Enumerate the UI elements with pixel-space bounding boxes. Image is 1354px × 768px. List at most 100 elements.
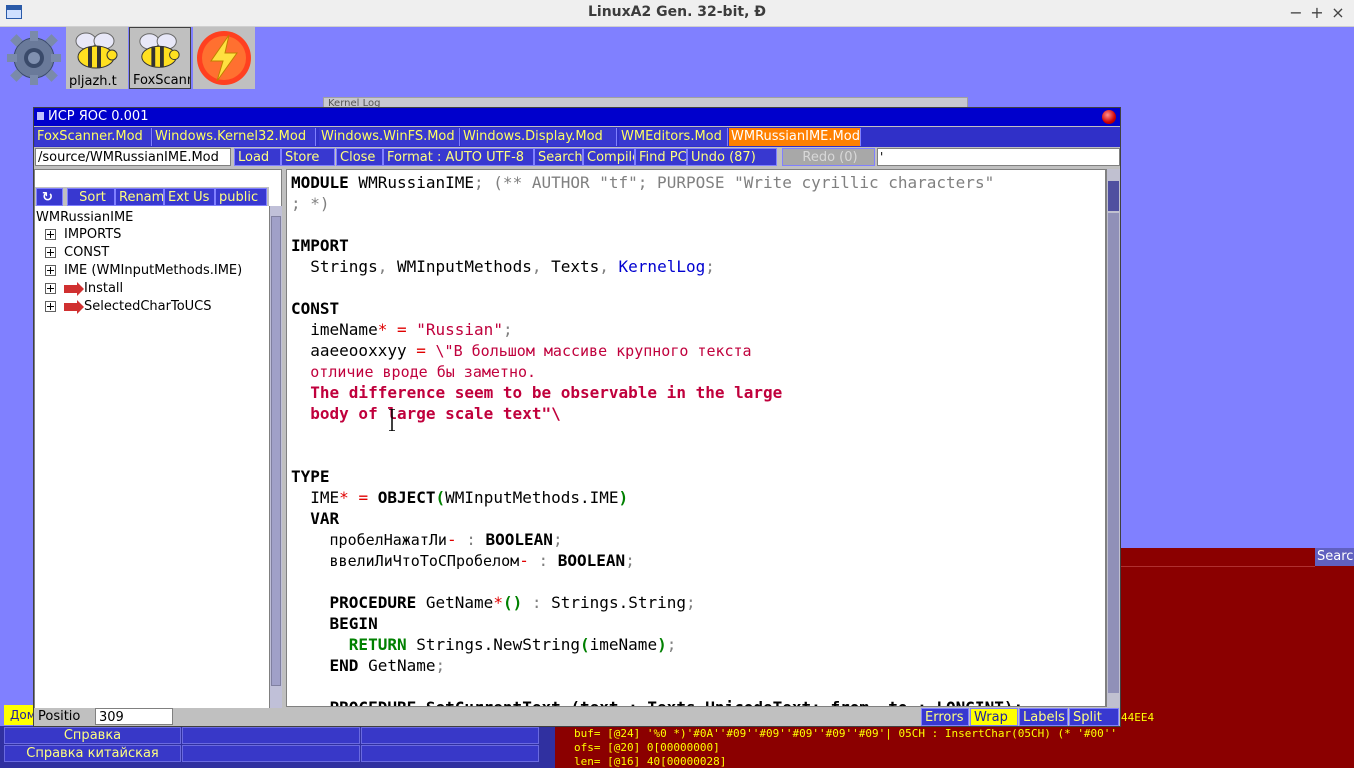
code-line: IME* = OBJECT(WMInputMethods.IME) [310,488,629,507]
code-line: TYPE [291,467,330,486]
menu-item-help-chinese[interactable]: Справка китайская [4,745,181,762]
log-window-top [1120,528,1354,548]
redo-button[interactable]: Redo (0) [782,148,875,166]
sort-button[interactable]: Sort [67,188,115,206]
minimize-button[interactable]: − [1286,3,1306,23]
tab-windows-kernel32[interactable]: Windows.Kernel32.Mod [153,128,316,146]
labels-button[interactable]: Labels [1019,708,1068,726]
expand-icon[interactable] [45,247,56,258]
ext-us-button[interactable]: Ext Us [164,188,215,206]
log-line: buf= [@24] '%0 *)'#0A''#09''#09''#09''#0… [574,727,1118,740]
outline-root[interactable]: WMRussianIME [36,210,133,225]
public-button[interactable]: public [215,188,267,206]
compile-button[interactable]: Compile [583,148,635,166]
comment: ; (** AUTHOR "tf"; PURPOSE "Write cyrill… [474,173,995,192]
ide-title: ИСР ЯОС 0.001 [48,109,149,124]
close-icon[interactable] [1102,110,1116,124]
keyword: PROCEDURE [329,593,417,612]
outline-node-install[interactable]: Install [45,280,123,298]
tab-windows-display[interactable]: Windows.Display.Mod [461,128,617,146]
outline-node-label: CONST [64,245,110,260]
identifier: Strings.String [551,593,686,612]
expand-icon[interactable] [45,301,56,312]
rename-button[interactable]: Rename [115,188,164,206]
search-button[interactable]: Search [534,148,583,166]
code-line: IMPORT [291,236,349,255]
find-pc-button[interactable]: Find PC [635,148,687,166]
close-file-button[interactable]: Close [336,148,383,166]
host-window-title: LinuxA2 Gen. 32-bit, Đ [587,4,766,20]
desktop-icon-foxscanner[interactable]: FoxScann [129,27,191,89]
code-line: MODULE WMRussianIME; (** AUTHOR "tf"; PU… [291,173,994,192]
import-name: Texts [551,257,600,276]
code-line: отличие вроде бы заметно. [291,362,536,381]
maximize-button[interactable]: + [1307,3,1327,23]
log-search-button[interactable]: Searc [1315,548,1354,566]
wrap-toggle[interactable]: Wrap [970,708,1018,726]
position-input[interactable]: 309 [95,708,173,725]
menu-cell[interactable] [182,727,360,744]
code-line: The difference seem to be observable in … [291,383,782,402]
desktop-icon-pljazh[interactable]: pljazh.t [66,27,128,89]
expand-icon[interactable] [45,265,56,276]
format-button[interactable]: Format : AUTO UTF-8 [383,148,534,166]
code-line: CONST [291,299,339,318]
code-scrollbar[interactable] [1106,169,1120,707]
undo-button[interactable]: Undo (87) [687,148,777,166]
host-titlebar: LinuxA2 Gen. 32-bit, Đ − + × [0,0,1354,27]
outline-scrollbar-thumb[interactable] [271,216,281,686]
expand-icon[interactable] [45,283,56,294]
keyword: OBJECT [377,488,436,507]
ide-titlebar[interactable]: ИСР ЯОС 0.001 [34,108,1120,126]
menu-cell[interactable] [182,745,360,762]
outline-node-selectedchartoucs[interactable]: SelectedCharToUCS [45,298,212,316]
home-tab[interactable]: Дом [4,705,34,725]
outline-node-label: IMPORTS [64,227,122,242]
string-literal: The difference seem to be observable in … [310,383,783,402]
menu-cell[interactable] [361,745,539,762]
outline-node-const[interactable]: CONST [45,244,109,262]
code-line: PROCEDURE SetCurrentText (text : Texts.U… [291,698,1024,706]
outline-scrollbar[interactable] [269,206,282,708]
code-editor[interactable]: MODULE WMRussianIME; (** AUTHOR "tf"; PU… [286,169,1106,707]
tab-wmrussianime[interactable]: WMRussianIME.Mod [729,128,861,146]
keyword: MODULE [291,173,349,192]
module-name: WMRussianIME [348,173,475,192]
identifier: Strings.NewString [416,635,580,654]
code-scrollbar-track[interactable] [1108,213,1119,693]
expand-icon[interactable] [45,229,56,240]
code-text: PROCEDURE SetCurrentText (text : Texts.U… [330,698,1024,706]
keyword: TYPE [291,467,330,486]
desktop-icon-lightning[interactable] [193,27,255,89]
refresh-button[interactable]: ↻ [36,188,63,206]
import-name: Strings [310,257,378,276]
import-name: WMInputMethods [396,257,532,276]
refresh-icon: ↻ [42,190,53,205]
errors-button[interactable]: Errors [921,708,969,726]
code-line: PROCEDURE GetName*() : Strings.String; [329,593,696,612]
import-name: KernelLog [618,257,706,276]
store-button[interactable]: Store [281,148,335,166]
tab-foxscanner[interactable]: FoxScanner.Mod [35,128,152,146]
outline-node-label: Install [84,281,124,296]
outline-node-imports[interactable]: IMPORTS [45,226,121,244]
path-input[interactable]: /source/WMRussianIME.Mod [35,148,231,166]
identifier: aaeeooxxyy [310,341,407,360]
split-button[interactable]: Split [1069,708,1119,726]
menu-cell[interactable] [361,727,539,744]
tab-wmeditors[interactable]: WMEditors.Mod [619,128,728,146]
outline-node-ime[interactable]: IME (WMInputMethods.IME) [45,262,242,280]
code-line: imeName* = "Russian"; [310,320,513,339]
close-button[interactable]: × [1328,3,1348,23]
menu-item-help[interactable]: Справка [4,727,181,744]
toolbar-input[interactable]: ' [877,148,1120,166]
desktop-icon-settings[interactable] [3,27,65,89]
keyword: CONST [291,299,340,318]
keyword: BOOLEAN [485,530,553,549]
code-line: ; *) [291,194,330,213]
code-line: BEGIN [291,614,378,633]
tab-windows-winfs[interactable]: Windows.WinFS.Mod [319,128,460,146]
code-scrollbar-thumb[interactable] [1108,181,1119,211]
bee-icon [139,33,180,68]
load-button[interactable]: Load [234,148,281,166]
